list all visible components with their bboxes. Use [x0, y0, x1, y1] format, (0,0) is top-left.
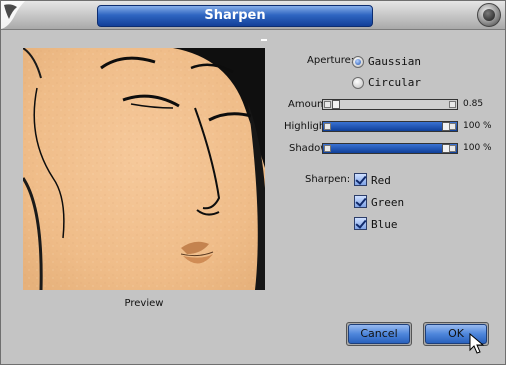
preview-label: Preview — [124, 298, 164, 309]
mouse-cursor-icon — [469, 333, 485, 354]
shadow-value: 100 % — [463, 143, 492, 153]
red-checkbox[interactable] — [354, 173, 367, 186]
shadow-slider[interactable] — [322, 143, 458, 154]
highlight-slider[interactable] — [322, 121, 458, 132]
amount-slider[interactable] — [322, 99, 458, 110]
slider-left-arrow-icon[interactable] — [324, 101, 331, 108]
slider-right-arrow-icon[interactable] — [449, 101, 456, 108]
blue-checkbox[interactable] — [354, 217, 367, 230]
highlight-value: 100 % — [463, 121, 492, 131]
aperture-circular-radio[interactable] — [352, 77, 364, 89]
divider-mark — [261, 39, 267, 41]
green-label[interactable]: Green — [371, 196, 404, 209]
aperture-circular-label[interactable]: Circular — [368, 76, 421, 89]
window-menu-icon[interactable] — [1, 1, 31, 29]
title-bar[interactable]: Sharpen — [1, 1, 505, 30]
slider-right-arrow-icon[interactable] — [449, 145, 456, 152]
shadow-slider-fill — [323, 144, 457, 153]
aperture-gaussian-label[interactable]: Gaussian — [368, 55, 421, 68]
slider-right-arrow-icon[interactable] — [449, 123, 456, 130]
highlight-slider-fill — [323, 122, 457, 131]
red-label[interactable]: Red — [371, 174, 391, 187]
aperture-gaussian-radio[interactable] — [352, 56, 364, 68]
preview-image — [23, 48, 265, 290]
sharpen-label: Sharpen: — [305, 174, 351, 185]
amount-slider-thumb[interactable] — [332, 100, 340, 109]
slider-left-arrow-icon[interactable] — [324, 145, 331, 152]
aperture-label: Aperture: — [307, 55, 355, 66]
sharpen-dialog: Sharpen Preview Aperture: Gaussian Circu… — [0, 0, 506, 365]
cancel-button[interactable]: Cancel — [348, 324, 410, 344]
blue-label[interactable]: Blue — [371, 218, 398, 231]
amount-value: 0.85 — [463, 99, 484, 109]
green-checkbox[interactable] — [354, 195, 367, 208]
close-icon[interactable] — [477, 3, 501, 27]
window-title: Sharpen — [97, 5, 373, 27]
slider-left-arrow-icon[interactable] — [324, 123, 331, 130]
